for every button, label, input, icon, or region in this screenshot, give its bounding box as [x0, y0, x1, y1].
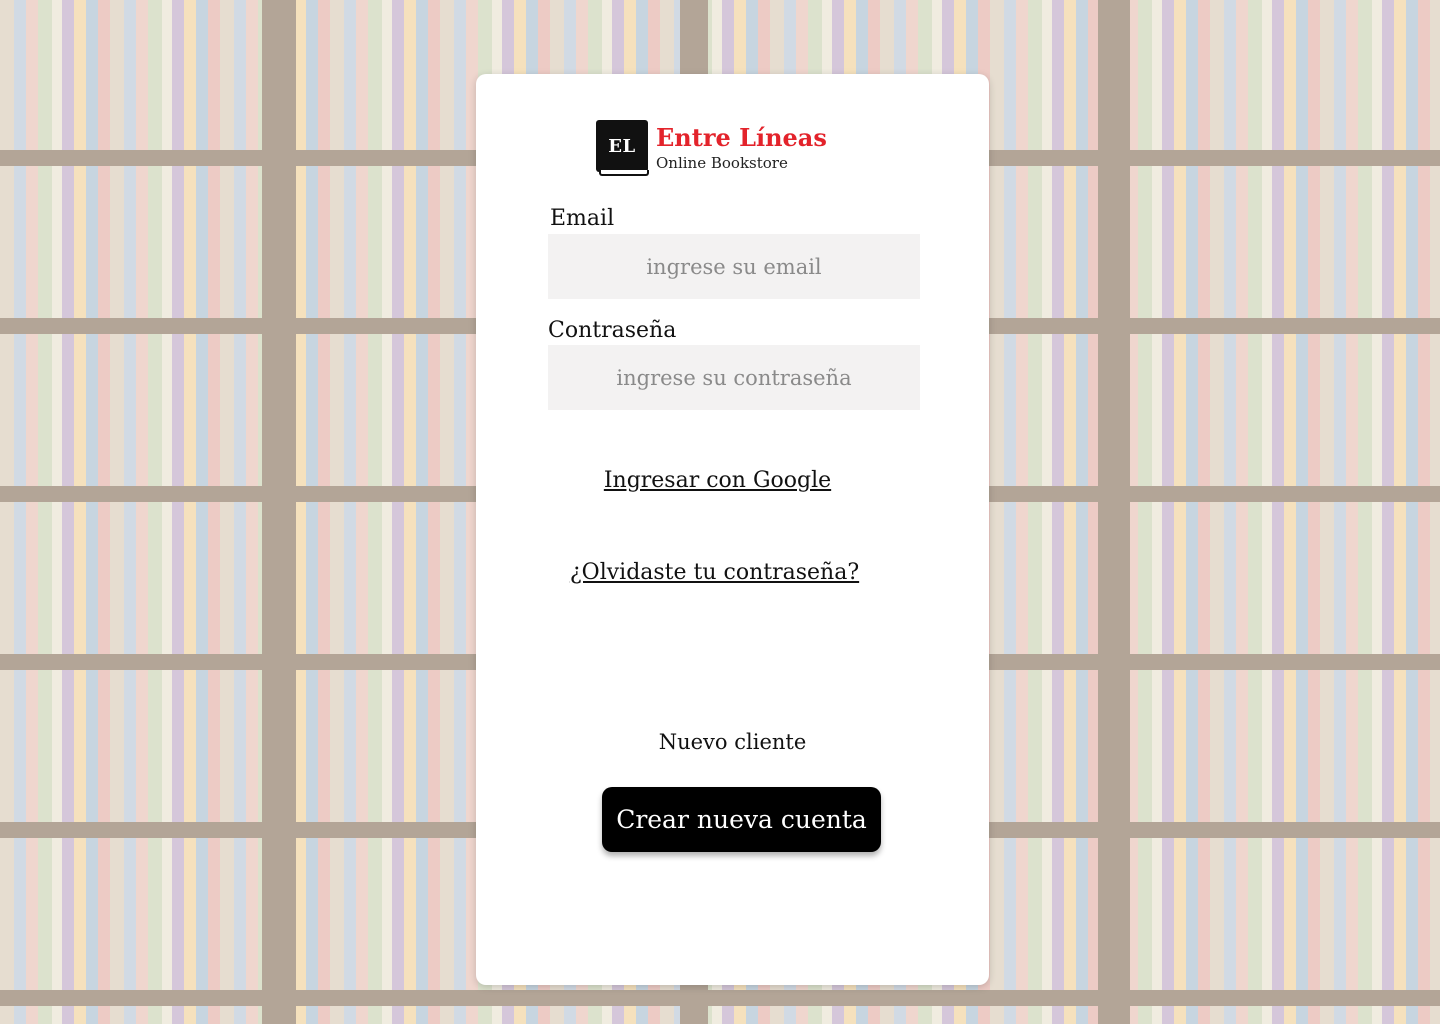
logo-initials: EL: [608, 135, 636, 157]
brand-tagline: Online Bookstore: [656, 154, 788, 172]
brand-logo: EL Entre Líneas Online Bookstore: [596, 120, 827, 178]
login-card: EL Entre Líneas Online Bookstore Email C…: [476, 74, 989, 985]
forgot-password-link[interactable]: ¿Olvidaste tu contraseña?: [458, 560, 971, 585]
book-icon: EL: [596, 120, 650, 178]
email-input[interactable]: [548, 234, 920, 299]
brand-name: Entre Líneas: [656, 123, 827, 152]
password-label: Contraseña: [548, 318, 677, 343]
google-login-link[interactable]: Ingresar con Google: [461, 468, 974, 493]
email-label: Email: [550, 206, 615, 231]
password-input[interactable]: [548, 345, 920, 410]
create-account-button[interactable]: Crear nueva cuenta: [602, 787, 881, 852]
new-client-label: Nuevo cliente: [658, 730, 807, 754]
